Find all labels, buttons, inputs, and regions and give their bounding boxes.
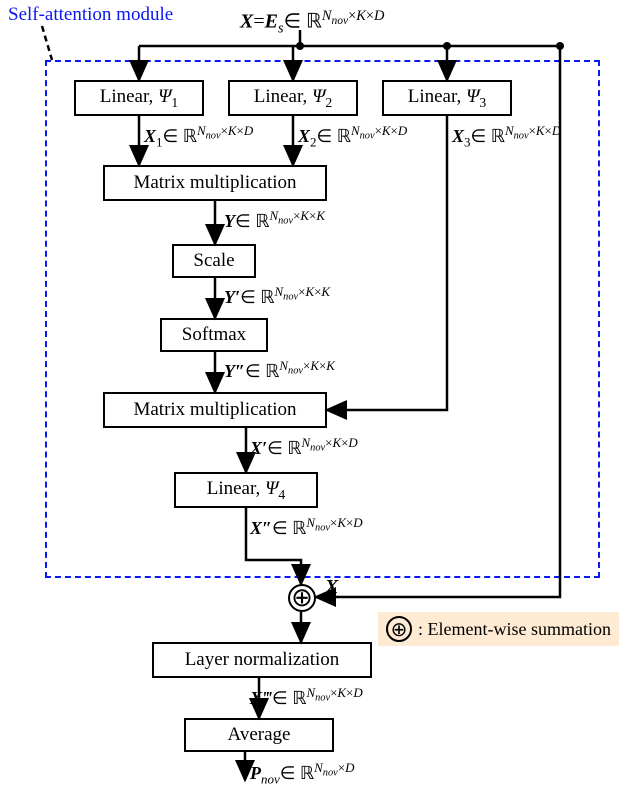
yprime-label: Y′∈ ℝNnov×K×K [224, 284, 330, 308]
xpp-label: X″∈ ℝNnov×K×D [250, 515, 363, 539]
linear-psi2: Linear, Ψ2 [228, 80, 358, 116]
residual-x-label: X [325, 576, 338, 599]
self-attention-title: Self-attention module [8, 4, 173, 26]
softmax: Softmax [160, 318, 268, 352]
x3-label: X3∈ ℝNnov×K×D [452, 123, 561, 151]
input-expr: X=Es∈ ℝNnov×K×D [240, 8, 384, 38]
matmul2: Matrix multiplication [103, 392, 327, 428]
x2-label: X2∈ ℝNnov×K×D [298, 123, 407, 151]
xprime-label: X′∈ ℝNnov×K×D [250, 435, 358, 459]
ypp-label: Y″∈ ℝNnov×K×K [224, 358, 335, 382]
sum-node: + [288, 584, 316, 612]
xppp-label: X‴∈ ℝNnov×K×D [250, 685, 363, 709]
linear-psi3: Linear, Ψ3 [382, 80, 512, 116]
y-label: Y∈ ℝNnov×K×K [224, 208, 325, 232]
layer-normalization: Layer normalization [152, 642, 372, 678]
average: Average [184, 718, 334, 752]
x1-label: X1∈ ℝNnov×K×D [144, 123, 253, 151]
linear-psi4: Linear, Ψ4 [174, 472, 318, 508]
output-label: Pnov∈ ℝNnov×D [250, 760, 354, 788]
linear-psi1: Linear, Ψ1 [74, 80, 204, 116]
matmul1: Matrix multiplication [103, 165, 327, 201]
plus-circle-icon [386, 616, 412, 642]
legend-elementwise-sum: : Element-wise summation [378, 612, 619, 646]
scale: Scale [172, 244, 256, 278]
